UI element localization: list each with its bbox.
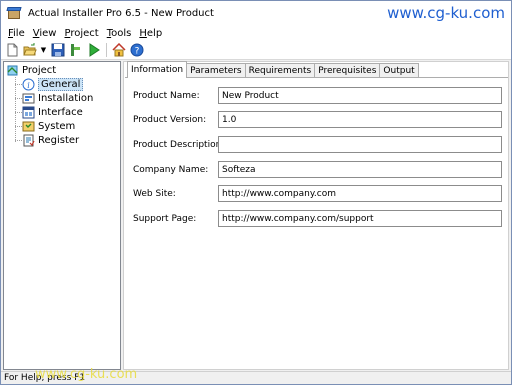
- tree-connector: [15, 98, 22, 99]
- title-bar[interactable]: Actual Installer Pro 6.5 - New Product w…: [1, 1, 511, 25]
- menu-help[interactable]: Help: [135, 28, 166, 39]
- watermark-bottom: www.cg-ku.com: [35, 367, 138, 382]
- web-site-label: Web Site:: [133, 189, 176, 199]
- web-site-field[interactable]: [218, 185, 502, 202]
- support-page-label: Support Page:: [133, 214, 197, 224]
- run-icon[interactable]: [86, 42, 102, 58]
- product-version-label: Product Version:: [133, 115, 207, 125]
- project-tree[interactable]: Project i General Installation Interface: [3, 61, 121, 370]
- support-page-field[interactable]: [218, 210, 502, 227]
- new-document-icon[interactable]: [4, 42, 20, 58]
- tree-item-label: Installation: [38, 92, 94, 104]
- tree-item-system[interactable]: System: [22, 119, 75, 133]
- toolbar-separator: [106, 43, 107, 57]
- tree-connector: [15, 77, 16, 142]
- information-tab-body: Product Name: Product Version: Product D…: [125, 77, 508, 369]
- menu-help-mnemonic: H: [139, 27, 147, 39]
- product-version-field[interactable]: [218, 111, 502, 128]
- menu-tools-label: ools: [111, 27, 132, 39]
- tree-item-label: General: [38, 77, 84, 91]
- menu-file-label: ile: [13, 27, 25, 39]
- tree-item-installation[interactable]: Installation: [22, 91, 93, 105]
- register-icon: [22, 134, 35, 147]
- menu-tools[interactable]: Tools: [103, 28, 136, 39]
- svg-text:i: i: [27, 81, 30, 90]
- tab-requirements[interactable]: Requirements: [244, 63, 316, 78]
- tree-item-label: System: [38, 120, 76, 132]
- menu-view[interactable]: View: [29, 28, 61, 39]
- tree-item-general[interactable]: i General: [22, 77, 84, 91]
- company-name-label: Company Name:: [133, 165, 209, 175]
- tree-item-label: Project: [22, 64, 57, 76]
- system-icon: [22, 120, 35, 133]
- menu-help-label: elp: [146, 27, 163, 39]
- project-icon: [6, 64, 19, 77]
- tree-item-project[interactable]: Project: [6, 63, 56, 77]
- installation-icon: [22, 92, 35, 105]
- product-name-label: Product Name:: [133, 91, 200, 101]
- toolbar: ▼ ?: [1, 41, 511, 60]
- info-icon: i: [22, 78, 35, 91]
- tree-connector: [15, 84, 22, 85]
- build-icon[interactable]: [68, 42, 84, 58]
- menu-bar: File View Project Tools Help: [1, 25, 511, 41]
- tree-item-label: Register: [38, 134, 80, 146]
- save-icon[interactable]: [50, 42, 66, 58]
- tab-information[interactable]: Information: [127, 61, 188, 78]
- tree-connector: [15, 126, 22, 127]
- tree-connector: [15, 112, 22, 113]
- menu-file[interactable]: File: [4, 28, 29, 39]
- tree-item-label: Interface: [38, 106, 83, 118]
- dropdown-arrow-icon[interactable]: ▼: [40, 42, 47, 58]
- svg-text:?: ?: [135, 47, 140, 57]
- watermark-top: www.cg-ku.com: [387, 4, 505, 22]
- interface-icon: [22, 106, 35, 119]
- tab-output[interactable]: Output: [379, 63, 419, 78]
- menu-project[interactable]: Project: [60, 28, 102, 39]
- tab-prerequisites[interactable]: Prerequisites: [314, 63, 381, 78]
- menu-project-label: roject: [70, 27, 99, 39]
- product-description-label: Product Description:: [133, 140, 225, 150]
- tab-strip: Information Parameters Requirements Prer…: [127, 61, 419, 78]
- app-window: Actual Installer Pro 6.5 - New Product w…: [0, 0, 512, 385]
- window-title: Actual Installer Pro 6.5 - New Product: [28, 7, 214, 19]
- company-name-field[interactable]: [218, 161, 502, 178]
- app-logo-icon: [6, 6, 22, 20]
- help-icon[interactable]: ?: [129, 42, 145, 58]
- properties-panel: Information Parameters Requirements Prer…: [123, 61, 509, 370]
- product-description-field[interactable]: [218, 136, 502, 153]
- tab-parameters[interactable]: Parameters: [186, 63, 246, 78]
- tree-item-interface[interactable]: Interface: [22, 105, 83, 119]
- open-folder-icon[interactable]: [22, 42, 38, 58]
- menu-view-label: iew: [39, 27, 57, 39]
- product-name-field[interactable]: [218, 87, 502, 104]
- home-icon[interactable]: [111, 42, 127, 58]
- tree-item-register[interactable]: Register: [22, 133, 79, 147]
- tree-connector: [15, 140, 22, 141]
